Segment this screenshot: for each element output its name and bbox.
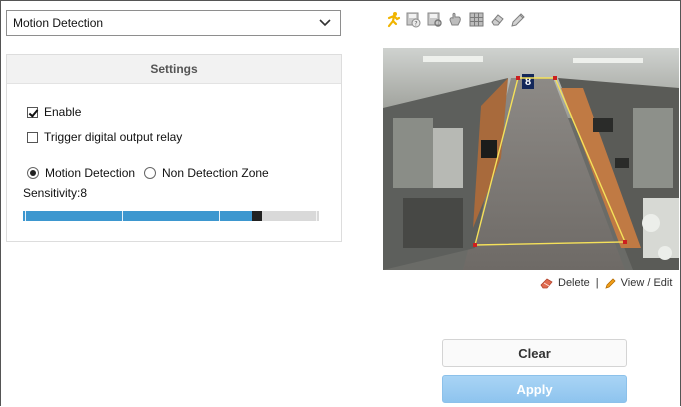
clear-button[interactable]: Clear — [442, 339, 627, 367]
camera-preview[interactable]: 8 — [383, 48, 679, 270]
chevron-down-icon — [319, 19, 331, 27]
grid-icon[interactable] — [468, 11, 485, 28]
zone-corner-handle[interactable] — [473, 243, 477, 247]
eraser-icon[interactable] — [489, 11, 506, 28]
slider-tick — [122, 211, 123, 221]
pencil-edit-icon — [605, 278, 616, 289]
sensitivity-slider-fill — [23, 211, 252, 221]
zone-corner-handle[interactable] — [516, 76, 520, 80]
settings-panel: Settings Enable Trigger digital output r… — [6, 54, 342, 242]
detection-mode-select[interactable]: Motion Detection — [6, 10, 341, 36]
motion-detection-radio[interactable] — [27, 167, 39, 179]
slider-tick — [25, 211, 26, 221]
sensitivity-slider-handle[interactable] — [252, 211, 262, 221]
sensitivity-label: Sensitivity:8 — [23, 186, 88, 200]
disk-view-icon[interactable] — [426, 11, 443, 28]
trigger-relay-row[interactable]: Trigger digital output relay — [27, 130, 182, 144]
sensitivity-slider[interactable] — [23, 211, 319, 221]
detection-mode-value: Motion Detection — [13, 16, 104, 30]
hand-icon[interactable] — [447, 11, 464, 28]
svg-text:?: ? — [414, 21, 417, 28]
apply-button[interactable]: Apply — [442, 375, 627, 403]
enable-label: Enable — [44, 105, 82, 119]
non-detection-label: Non Detection Zone — [162, 166, 269, 180]
slider-tick — [219, 211, 220, 221]
eraser-delete-icon — [540, 278, 553, 289]
motion-detection-label: Motion Detection — [45, 166, 136, 180]
camera-scene: 8 — [383, 48, 679, 270]
settings-header: Settings — [7, 55, 341, 84]
zone-corner-handle[interactable] — [623, 240, 627, 244]
disk-help-icon[interactable]: ? — [405, 11, 422, 28]
running-man-icon[interactable] — [384, 11, 401, 28]
radio-non-detection[interactable]: Non Detection Zone — [144, 166, 269, 180]
enable-row[interactable]: Enable — [27, 105, 81, 119]
zone-corner-handle[interactable] — [553, 76, 557, 80]
sensitivity-row: Sensitivity:8 — [23, 186, 87, 200]
actions-separator: | — [595, 277, 599, 289]
trigger-relay-label: Trigger digital output relay — [44, 130, 183, 144]
drawing-toolbar: ? — [384, 11, 527, 28]
pencil-icon[interactable] — [510, 11, 527, 28]
view-edit-link[interactable]: View / Edit — [621, 277, 673, 289]
zone-actions: Delete | View / Edit — [540, 277, 672, 289]
delete-link[interactable]: Delete — [558, 277, 590, 289]
slider-tick — [316, 211, 317, 221]
radio-motion-detection[interactable]: Motion Detection — [27, 166, 135, 180]
trigger-relay-checkbox[interactable] — [27, 131, 38, 143]
non-detection-radio[interactable] — [144, 167, 156, 179]
enable-checkbox[interactable] — [27, 106, 38, 118]
